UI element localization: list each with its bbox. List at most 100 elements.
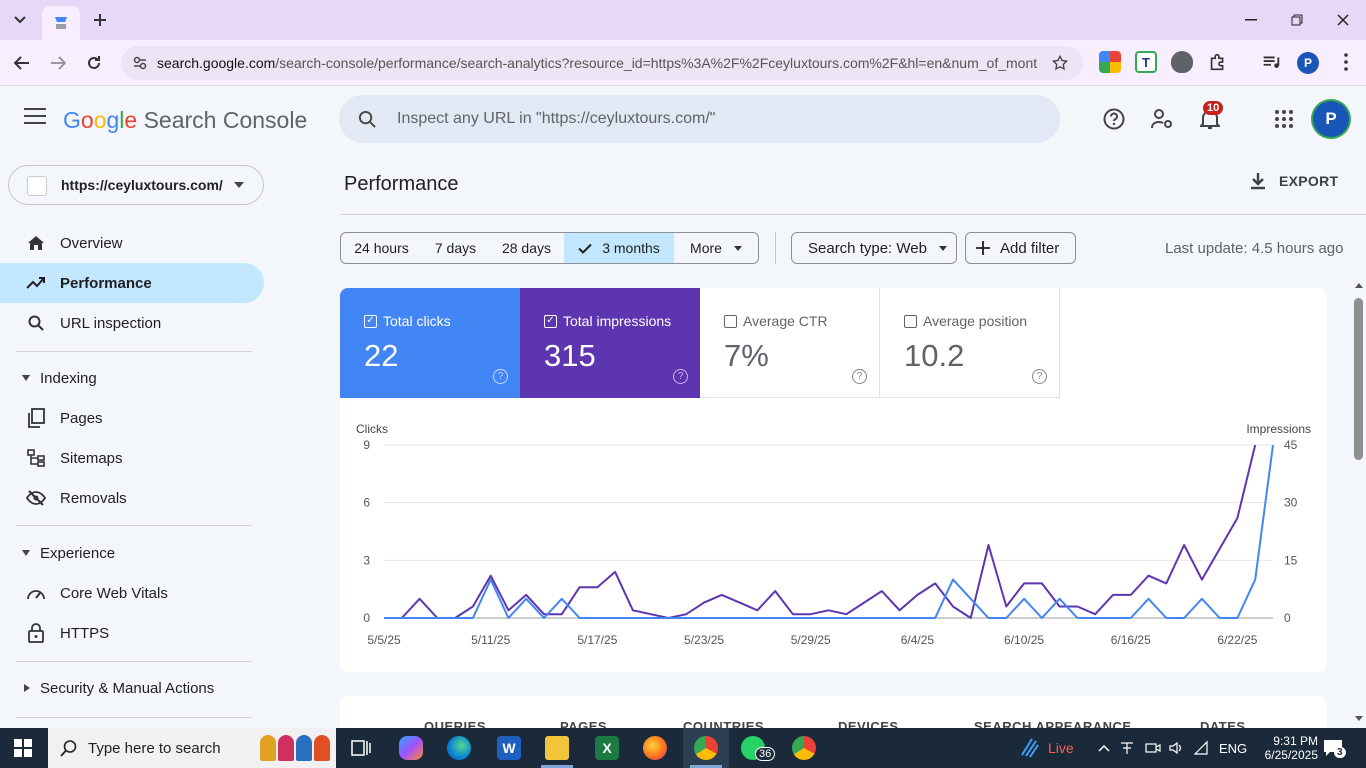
search-highlight-image (260, 735, 332, 761)
chrome-profile-icon[interactable] (792, 736, 816, 760)
series-line-clicks (384, 444, 1274, 619)
sidebar-section-experience[interactable]: Experience (0, 537, 264, 569)
x-tick-label: 5/23/25 (684, 633, 724, 647)
metric-total-clicks[interactable]: ✓ Total clicks 22 ? (340, 288, 520, 398)
url-text: search.google.com/search-console/perform… (157, 55, 1037, 71)
checkbox-unchecked-icon[interactable] (904, 314, 917, 328)
add-filter-button[interactable]: Add filter (965, 232, 1076, 264)
page-scrollbar[interactable] (1352, 283, 1366, 728)
page-title: Performance (344, 173, 459, 195)
bookmark-star-icon[interactable] (1051, 54, 1069, 72)
help-question-icon[interactable]: ? (673, 369, 688, 384)
range-28-days-button[interactable]: 28 days (489, 232, 565, 264)
show-hidden-icons-chevron-icon[interactable] (1098, 728, 1110, 768)
google-apps-grid-icon[interactable] (1271, 106, 1297, 132)
sidebar-section-indexing[interactable]: Indexing (0, 362, 264, 394)
help-question-icon[interactable]: ? (493, 369, 508, 384)
range-7-days-button[interactable]: 7 days (422, 232, 490, 264)
scroll-up-arrow-icon (1355, 283, 1363, 288)
checkbox-checked-icon[interactable]: ✓ (364, 314, 377, 328)
back-arrow-icon[interactable] (8, 49, 36, 77)
restore-window-icon[interactable] (1274, 0, 1320, 40)
filter-separator (775, 232, 776, 264)
taskbar-search-box[interactable]: Type here to search (48, 728, 336, 768)
sidebar-item-overview[interactable]: Overview (0, 223, 264, 263)
cricket-live-widget[interactable]: Live (1018, 728, 1074, 768)
extensions-puzzle-icon[interactable] (1207, 51, 1229, 73)
y-tick-left: 3 (363, 553, 370, 567)
network-signal-icon[interactable] (1193, 728, 1209, 768)
y-tick-left: 0 (363, 611, 370, 625)
url-inspect-search-input[interactable]: Inspect any URL in "https://ceyluxtours.… (339, 95, 1060, 143)
range-3-months-button[interactable]: 3 months (564, 232, 675, 264)
edge-browser-icon[interactable] (447, 736, 471, 760)
caret-down-icon (22, 550, 30, 556)
y-tick-right: 0 (1284, 611, 1291, 625)
address-bar[interactable]: search.google.com/search-console/perform… (121, 46, 1083, 80)
task-view-icon[interactable] (349, 736, 373, 760)
metric-average-position[interactable]: Average position 10.2 ? (880, 288, 1060, 398)
media-queue-icon[interactable] (1260, 51, 1282, 73)
minimize-window-icon[interactable] (1228, 0, 1274, 40)
main-menu-hamburger-icon[interactable] (24, 108, 46, 124)
site-info-tune-icon[interactable] (133, 56, 147, 70)
tab-list-chevron-icon[interactable] (6, 6, 34, 34)
browser-profile-avatar[interactable]: P (1297, 52, 1319, 74)
help-question-icon[interactable]: ? (1032, 369, 1047, 384)
excel-app-icon[interactable]: X (595, 736, 619, 760)
browser-tab-search-console[interactable] (42, 6, 80, 40)
search-type-dropdown[interactable]: Search type: Web (791, 232, 957, 264)
system-clock[interactable]: 9:31 PM 6/25/2025 (1262, 728, 1318, 768)
search-console-logo[interactable]: Google Search Console (63, 107, 307, 134)
checkbox-checked-icon[interactable]: ✓ (544, 314, 557, 328)
x-tick-label: 5/5/25 (367, 633, 401, 647)
close-window-icon[interactable] (1320, 0, 1366, 40)
ime-mode-icon[interactable] (1119, 728, 1135, 768)
extension-t-icon[interactable]: T (1135, 51, 1157, 73)
forward-arrow-icon[interactable] (44, 49, 72, 77)
help-question-icon[interactable] (1101, 106, 1127, 132)
range-more-dropdown[interactable]: More (674, 232, 759, 264)
word-app-icon[interactable]: W (497, 736, 521, 760)
extension-colorful-icon[interactable] (1099, 51, 1121, 73)
eye-off-icon (26, 488, 46, 508)
new-tab-plus-icon[interactable] (86, 6, 114, 34)
sidebar-item-sitemaps[interactable]: Sitemaps (0, 438, 264, 478)
x-tick-label: 5/29/25 (791, 633, 831, 647)
metric-total-impressions[interactable]: ✓ Total impressions 315 ? (520, 288, 700, 398)
copilot-app-icon[interactable] (399, 736, 423, 760)
sidebar-divider (16, 525, 252, 526)
sidebar-item-core-web-vitals[interactable]: Core Web Vitals (0, 573, 264, 613)
x-tick-label: 5/17/25 (577, 633, 617, 647)
scrollbar-thumb[interactable] (1354, 298, 1363, 460)
range-24-hours-button[interactable]: 24 hours (340, 232, 423, 264)
sidebar-divider (16, 661, 252, 662)
chrome-browser-icon[interactable] (694, 736, 718, 760)
browser-menu-kebab-icon[interactable] (1335, 51, 1357, 73)
camera-icon[interactable] (1145, 728, 1161, 768)
checkbox-unchecked-icon[interactable] (724, 314, 737, 328)
sidebar-item-removals[interactable]: Removals (0, 478, 264, 518)
sidebar-item-https[interactable]: HTTPS (0, 613, 264, 653)
firefox-browser-icon[interactable] (643, 736, 667, 760)
sidebar-section-security-manual-actions[interactable]: Security & Manual Actions (0, 672, 264, 704)
manage-users-icon[interactable] (1149, 106, 1175, 132)
windows-start-icon[interactable] (14, 739, 32, 757)
sidebar-item-performance[interactable]: Performance (0, 263, 264, 303)
help-question-icon[interactable]: ? (852, 369, 867, 384)
language-indicator[interactable]: ENG (1219, 728, 1247, 768)
sidebar-item-pages[interactable]: Pages (0, 398, 264, 438)
home-icon (26, 233, 46, 253)
y-tick-right: 45 (1284, 438, 1298, 452)
metric-average-ctr[interactable]: Average CTR 7% ? (700, 288, 880, 398)
volume-speaker-icon[interactable] (1168, 728, 1184, 768)
x-tick-label: 6/22/25 (1217, 633, 1257, 647)
file-explorer-icon[interactable] (545, 736, 569, 760)
property-selector[interactable]: https://ceyluxtours.com/ (8, 165, 264, 205)
export-button[interactable]: EXPORT (1249, 172, 1338, 190)
x-tick-label: 6/10/25 (1004, 633, 1044, 647)
account-avatar[interactable]: P (1313, 101, 1349, 137)
sidebar-item-url-inspection[interactable]: URL inspection (0, 303, 264, 343)
extension-mouse-icon[interactable] (1171, 51, 1193, 73)
reload-icon[interactable] (80, 49, 108, 77)
